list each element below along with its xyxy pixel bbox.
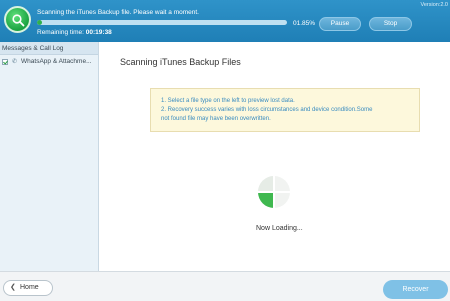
whatsapp-checkbox[interactable] [2, 58, 8, 65]
loading-text: Now Loading... [256, 225, 303, 232]
file-type-sidebar: Messages & Call Log ✆ WhatsApp & Attachm… [0, 42, 99, 271]
page-title: Scanning iTunes Backup Files [120, 57, 241, 67]
info-line-3: not found file may have been overwritten… [161, 116, 271, 122]
chevron-left-icon: ❮ [10, 284, 16, 291]
home-button-label: Home [20, 284, 39, 291]
version-label: Version:2.0 [420, 2, 448, 8]
info-line-2: 2. Recovery success varies with loss cir… [161, 107, 373, 113]
sidebar-item-whatsapp[interactable]: ✆ WhatsApp & Attachme... [0, 55, 98, 68]
remaining-time-value: 00:19:38 [85, 29, 112, 36]
scan-search-icon [4, 6, 31, 33]
scan-status-text: Scanning the iTunes Backup file. Please … [37, 9, 199, 16]
home-button[interactable]: ❮ Home [3, 280, 53, 296]
pause-button[interactable]: Pause [319, 17, 361, 31]
sidebar-category-header[interactable]: Messages & Call Log [0, 42, 98, 55]
recover-button[interactable]: Recover [383, 280, 448, 299]
scan-progress-bar [37, 20, 287, 25]
remaining-time-label: Remaining time: [37, 29, 84, 36]
scan-progress-fill [37, 20, 42, 25]
scan-header: Scanning the iTunes Backup file. Please … [0, 0, 450, 42]
remaining-time: Remaining time: 00:19:38 [37, 29, 112, 36]
stop-button[interactable]: Stop [369, 17, 412, 31]
info-line-1: 1. Select a file type on the left to pre… [161, 98, 295, 104]
sidebar-item-label: WhatsApp & Attachme... [21, 58, 92, 65]
scan-progress-percent: 01.85% [293, 20, 316, 27]
phone-icon: ✆ [12, 59, 18, 65]
loading-spinner-icon [256, 174, 292, 210]
info-notice: 1. Select a file type on the left to pre… [150, 88, 420, 132]
